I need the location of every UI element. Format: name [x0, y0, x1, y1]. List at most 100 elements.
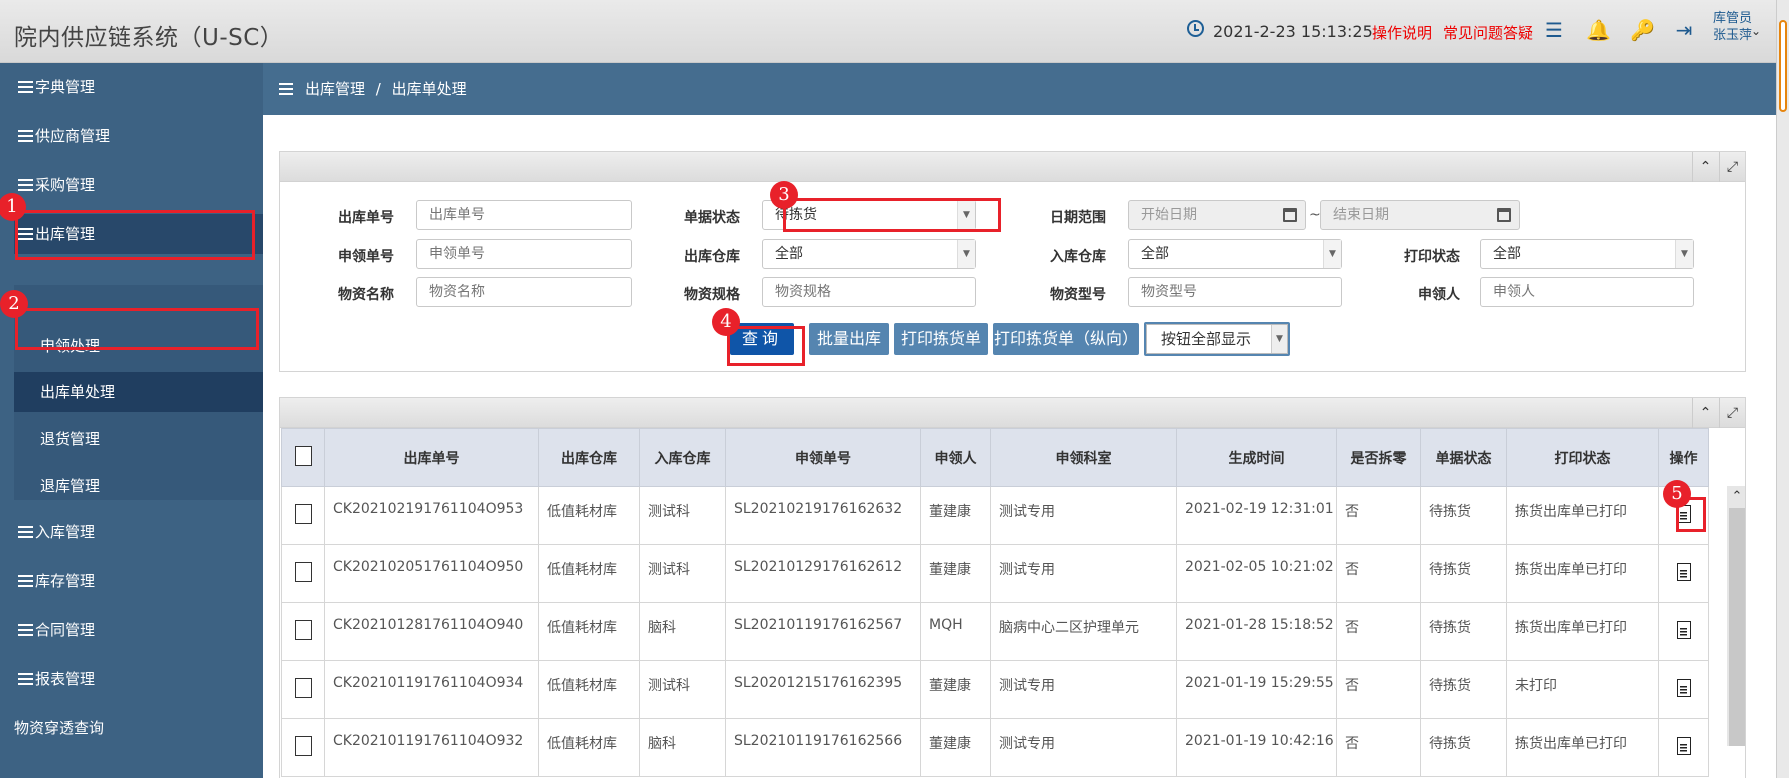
table-scrollbar[interactable]: ⌃: [1727, 486, 1745, 746]
user-menu[interactable]: 库管员 张玉萍: [1713, 10, 1752, 44]
list-icon: [18, 81, 33, 93]
col-status[interactable]: 单据状态: [1420, 428, 1507, 487]
col-split[interactable]: 是否拆零: [1336, 428, 1421, 487]
out-warehouse-select[interactable]: 全部 ▼: [762, 239, 976, 269]
menu-icon[interactable]: [279, 83, 293, 95]
key-icon[interactable]: 🔑: [1630, 18, 1655, 42]
date-end-input[interactable]: 结束日期: [1320, 200, 1520, 230]
table-row[interactable]: CK202101191761104O934 低值耗材库 测试科 SL202012…: [281, 660, 1709, 719]
date-start-input[interactable]: 开始日期: [1128, 200, 1306, 230]
print-pick-button[interactable]: 打印拣货单: [894, 323, 988, 355]
chevron-down-icon[interactable]: ⌄: [1751, 24, 1761, 38]
step-badge-3: 3: [770, 181, 798, 209]
cell-print-status: 拣货出库单已打印: [1506, 602, 1659, 661]
in-warehouse-select[interactable]: 全部 ▼: [1128, 239, 1342, 269]
sidebar-item-inventory[interactable]: 库存管理: [0, 561, 263, 601]
status-label: 单据状态: [684, 210, 740, 226]
help-link[interactable]: 操作说明: [1372, 22, 1432, 43]
table-row[interactable]: CK202101191761104O932 低值耗材库 脑科 SL2021011…: [281, 718, 1709, 777]
sidebar-item-reports[interactable]: 报表管理: [0, 659, 263, 699]
print-status-select[interactable]: 全部 ▼: [1480, 239, 1694, 269]
col-created-time[interactable]: 生成时间: [1176, 428, 1337, 487]
list-icon: [18, 673, 33, 685]
list-icon: [18, 624, 33, 636]
step-badge-5: 5: [1663, 480, 1691, 508]
sidebar-item-contract[interactable]: 合同管理: [0, 610, 263, 650]
table-row[interactable]: CK202102051761104O950 低值耗材库 测试科 SL202101…: [281, 544, 1709, 603]
table-row[interactable]: CK202101281761104O940 低值耗材库 脑科 SL2021011…: [281, 602, 1709, 661]
row-checkbox[interactable]: [294, 735, 312, 756]
row-checkbox[interactable]: [294, 503, 312, 524]
select-all-checkbox[interactable]: [294, 445, 312, 466]
print-pick-vertical-button[interactable]: 打印拣货单（纵向）: [993, 323, 1139, 355]
col-apply-no[interactable]: 申领单号: [725, 428, 921, 487]
top-header: 院内供应链系统（U-SC） 2021-2-23 15:13:25 操作说明 常见…: [0, 0, 1789, 63]
row-checkbox[interactable]: [294, 619, 312, 640]
date-range-separator: ~: [1309, 207, 1321, 223]
breadcrumb-parent[interactable]: 出库管理: [305, 80, 365, 98]
sidebar-sub-returns[interactable]: 退货管理: [14, 419, 263, 459]
sidebar-item-purchase[interactable]: 采购管理: [0, 165, 263, 205]
applicant-input[interactable]: [1480, 277, 1694, 307]
batch-out-button[interactable]: 批量出库: [809, 323, 889, 355]
sidebar: 字典管理 供应商管理 采购管理 出库管理 申领处理 出库单处理 退货管理 退库管…: [0, 63, 263, 778]
sidebar-sub-outbound-orders[interactable]: 出库单处理: [14, 372, 263, 412]
step-badge-4: 4: [712, 308, 740, 336]
cell-created-time: 2021-02-19 12:31:01: [1176, 486, 1337, 545]
collapse-icon[interactable]: ⌃: [1692, 398, 1718, 428]
print-status-value: 全部: [1493, 246, 1521, 262]
document-icon[interactable]: [1676, 562, 1691, 581]
breadcrumb-current: 出库单处理: [391, 80, 467, 98]
in-warehouse-label: 入库仓库: [1050, 249, 1106, 265]
table-row[interactable]: CK202102191761104O953 低值耗材库 测试科 SL202102…: [281, 486, 1709, 545]
calendar-icon[interactable]: [1497, 208, 1511, 222]
item-name-input[interactable]: [416, 277, 632, 307]
chevron-up-icon[interactable]: ⌃: [1727, 486, 1745, 508]
list-icon: [18, 130, 33, 142]
outbound-table: 出库单号 出库仓库 入库仓库 申领单号 申领人 申领科室 生成时间 是否拆零 单…: [281, 428, 1709, 777]
page-scrollbar[interactable]: [1776, 0, 1789, 778]
bell-icon[interactable]: 🔔: [1586, 18, 1611, 42]
row-checkbox[interactable]: [294, 677, 312, 698]
col-in-warehouse[interactable]: 入库仓库: [639, 428, 726, 487]
col-out-warehouse[interactable]: 出库仓库: [538, 428, 640, 487]
select-all-checkbox-cell[interactable]: [281, 428, 325, 487]
col-department[interactable]: 申领科室: [990, 428, 1177, 487]
row-checkbox[interactable]: [294, 561, 312, 582]
chevron-down-icon: ▼: [957, 240, 975, 268]
sidebar-sub-stock-returns[interactable]: 退库管理: [14, 466, 263, 506]
col-applicant[interactable]: 申领人: [920, 428, 991, 487]
sidebar-item-dictionary[interactable]: 字典管理: [0, 67, 263, 107]
logout-icon[interactable]: ⇥: [1672, 18, 1696, 42]
expand-icon[interactable]: ⤢: [1719, 398, 1745, 428]
cell-department: 测试专用: [990, 718, 1177, 777]
show-all-buttons-select[interactable]: 按钮全部显示 ▼: [1144, 322, 1290, 356]
sidebar-item-supplier[interactable]: 供应商管理: [0, 116, 263, 156]
filter-panel: ⌃ ⤢ 出库单号 单据状态 待拣货 ▼ 日期范围 开始日期 ~ 结束日期 申领单…: [279, 151, 1746, 372]
cell-print-status: 拣货出库单已打印: [1506, 486, 1659, 545]
item-spec-input[interactable]: [762, 277, 976, 307]
highlight-query-button: [727, 326, 805, 366]
faq-link[interactable]: 常见问题答疑: [1443, 22, 1533, 43]
out-warehouse-value: 全部: [775, 246, 803, 262]
collapse-icon[interactable]: ⌃: [1692, 152, 1718, 182]
document-icon[interactable]: [1676, 736, 1691, 755]
page-scroll-thumb[interactable]: [1779, 20, 1787, 112]
table-header-row: 出库单号 出库仓库 入库仓库 申领单号 申领人 申领科室 生成时间 是否拆零 单…: [281, 428, 1709, 487]
task-list-icon[interactable]: ☰: [1542, 18, 1566, 42]
out-no-input[interactable]: [416, 200, 632, 230]
result-panel-header: ⌃ ⤢: [280, 398, 1745, 428]
item-model-input[interactable]: [1128, 277, 1342, 307]
expand-icon[interactable]: ⤢: [1719, 152, 1745, 182]
document-icon[interactable]: [1676, 620, 1691, 639]
calendar-icon[interactable]: [1283, 208, 1297, 222]
sidebar-item-inbound[interactable]: 入库管理: [0, 512, 263, 552]
col-print-status[interactable]: 打印状态: [1506, 428, 1659, 487]
cell-status: 待拣货: [1420, 718, 1507, 777]
document-icon[interactable]: [1676, 678, 1691, 697]
table-scroll-thumb[interactable]: [1729, 508, 1745, 746]
col-out-no[interactable]: 出库单号: [324, 428, 539, 487]
apply-no-input[interactable]: [416, 239, 632, 269]
sidebar-item-trace[interactable]: 物资穿透查询: [0, 708, 263, 748]
item-spec-label: 物资规格: [684, 287, 740, 303]
